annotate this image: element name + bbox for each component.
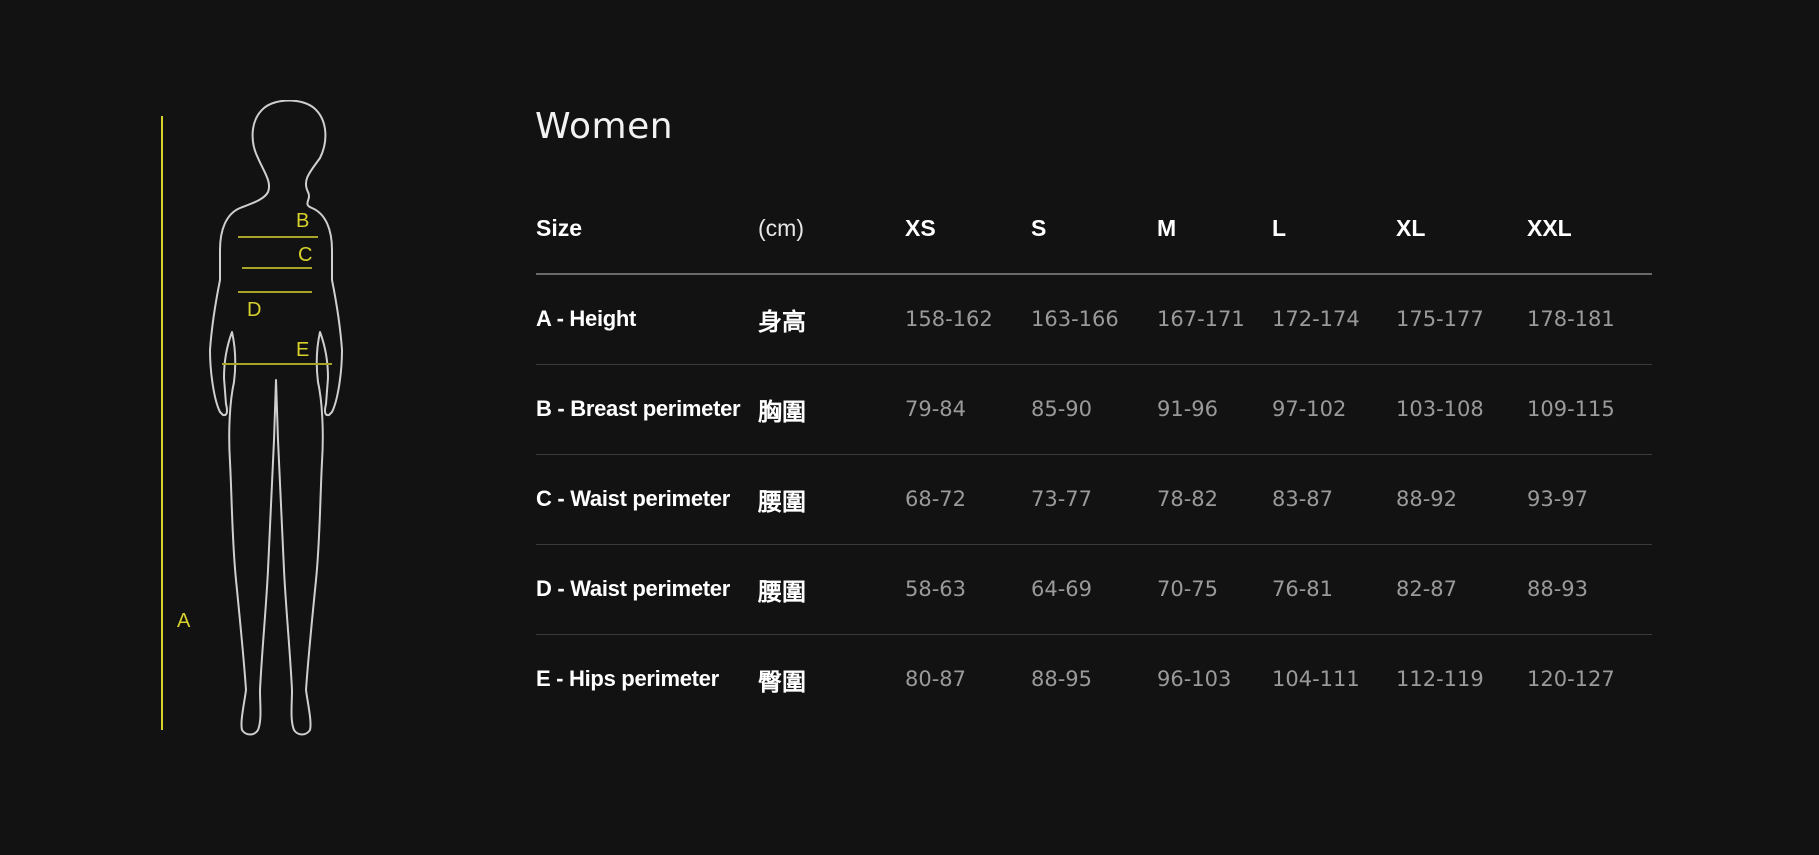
- cell-value: 103-108: [1396, 397, 1484, 421]
- label-e: E: [296, 339, 309, 361]
- row-label-zh: 身高: [758, 307, 806, 336]
- header-size-m: M: [1157, 215, 1177, 241]
- cell-value: 79-84: [905, 397, 967, 421]
- cell-value: 78-82: [1157, 487, 1219, 511]
- row-label-zh: 腰圍: [758, 487, 806, 516]
- cell-value: 91-96: [1157, 397, 1219, 421]
- cell-value: 85-90: [1031, 397, 1093, 421]
- cell-value: 158-162: [905, 307, 993, 332]
- row-label-zh: 胸圍: [758, 397, 806, 426]
- row-label-zh: 臀圍: [758, 667, 806, 696]
- cell-value: 109-115: [1527, 397, 1615, 421]
- cell-value: 88-92: [1396, 487, 1458, 511]
- cell-value: 76-81: [1272, 577, 1334, 601]
- row-label: B - Breast perimeter: [536, 396, 741, 421]
- header-size-xxl: XXL: [1527, 215, 1572, 241]
- cell-value: 112-119: [1396, 667, 1484, 692]
- table-row: C - Waist perimeter 腰圍 68-72 73-77 78-82…: [536, 454, 1652, 544]
- cell-value: 68-72: [905, 487, 967, 511]
- cell-value: 104-111: [1272, 667, 1360, 692]
- header-size-xs: XS: [905, 215, 936, 241]
- size-chart-table: Size (cm) XS S M L XL XXL A - Height 身高 …: [536, 184, 1652, 724]
- cell-value: 80-87: [905, 667, 967, 692]
- cell-value: 93-97: [1527, 487, 1589, 511]
- silhouette-outline: [209, 100, 343, 736]
- page-title: Women: [535, 106, 674, 147]
- cell-value: 120-127: [1527, 667, 1615, 692]
- woman-silhouette-icon: B C D E A: [161, 100, 343, 736]
- row-label: C - Waist perimeter: [536, 486, 730, 511]
- header-size-l: L: [1272, 215, 1287, 241]
- label-b: B: [296, 210, 309, 232]
- cell-value: 178-181: [1527, 307, 1615, 332]
- cell-value: 83-87: [1272, 487, 1334, 511]
- cell-value: 73-77: [1031, 487, 1093, 511]
- header-size: Size: [536, 215, 583, 241]
- body-measurement-figure: B C D E A: [140, 100, 420, 750]
- cell-value: 82-87: [1396, 577, 1458, 601]
- table-row: E - Hips perimeter 臀圍 80-87 88-95 96-103…: [536, 634, 1652, 724]
- table-row: D - Waist perimeter 腰圍 58-63 64-69 70-75…: [536, 544, 1652, 634]
- label-c: C: [298, 244, 312, 266]
- header-size-xl: XL: [1396, 215, 1426, 241]
- cell-value: 175-177: [1396, 307, 1484, 332]
- table-header-row: Size (cm) XS S M L XL XXL: [536, 184, 1652, 274]
- table-row: B - Breast perimeter 胸圍 79-84 85-90 91-9…: [536, 364, 1652, 454]
- header-unit: (cm): [758, 215, 804, 241]
- header-size-s: S: [1031, 215, 1047, 241]
- cell-value: 88-95: [1031, 667, 1093, 692]
- label-a: A: [177, 610, 191, 632]
- cell-value: 64-69: [1031, 577, 1093, 601]
- cell-value: 70-75: [1157, 577, 1219, 601]
- cell-value: 96-103: [1157, 667, 1232, 692]
- cell-value: 172-174: [1272, 307, 1360, 332]
- cell-value: 58-63: [905, 577, 967, 601]
- cell-value: 97-102: [1272, 397, 1347, 421]
- row-label: A - Height: [536, 306, 637, 332]
- table-row: A - Height 身高 158-162 163-166 167-171 17…: [536, 274, 1652, 364]
- label-d: D: [247, 299, 261, 321]
- row-label: E - Hips perimeter: [536, 666, 719, 692]
- row-label-zh: 腰圍: [758, 577, 806, 606]
- row-label: D - Waist perimeter: [536, 576, 730, 601]
- cell-value: 88-93: [1527, 577, 1589, 601]
- cell-value: 163-166: [1031, 307, 1119, 332]
- cell-value: 167-171: [1157, 307, 1245, 332]
